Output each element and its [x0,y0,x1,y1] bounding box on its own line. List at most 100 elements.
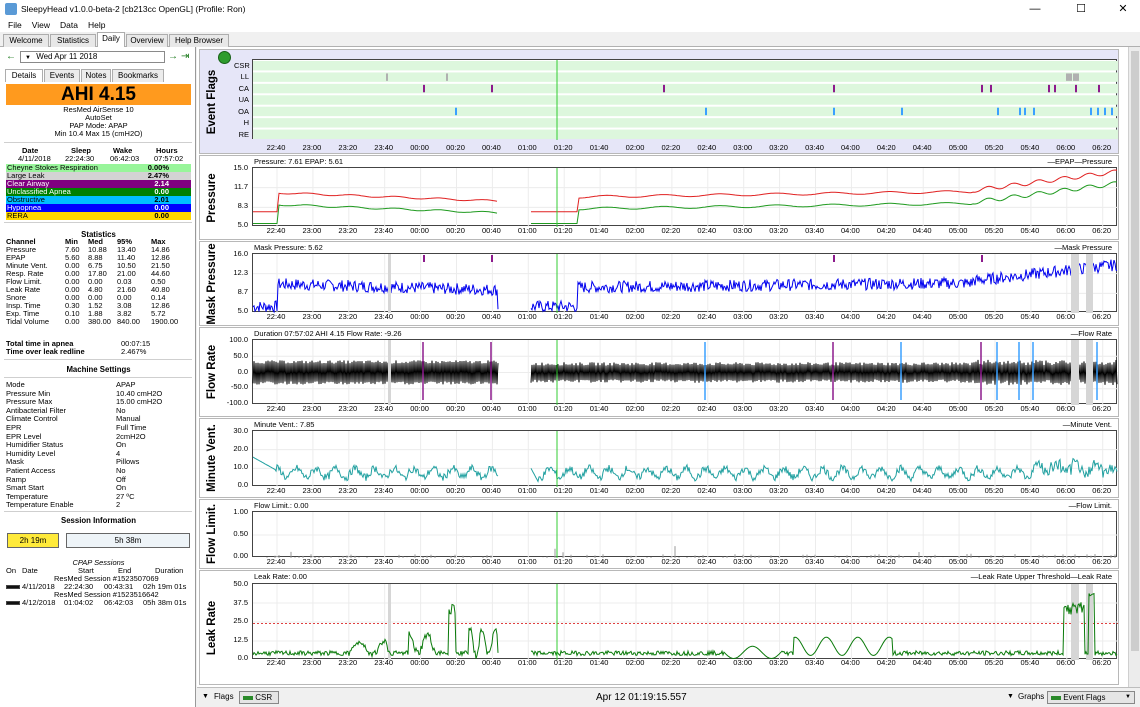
event-flag-mark[interactable] [901,107,903,116]
menu-data[interactable]: Data [55,20,83,30]
stats-cell: 840.00 [117,317,140,326]
event-flag-mark[interactable] [423,84,425,93]
summary-sleep: 22:24:30 [65,154,95,163]
event-flag-mark[interactable] [833,84,835,93]
pin-icon[interactable] [218,51,231,64]
event-flag-mark[interactable] [491,84,493,93]
pressure-xtick: 06:20 [1092,226,1112,235]
event-flag-mark[interactable] [981,84,983,93]
date-selector[interactable]: ▼ Wed Apr 11 2018 [20,51,165,63]
event-flag-mark[interactable] [1054,84,1056,93]
tab-welcome[interactable]: Welcome [3,34,49,47]
flow-limit-xtick: 02:00 [625,557,645,566]
event-flag-mark[interactable] [705,107,707,116]
event-flag-mark[interactable] [1098,84,1100,93]
flags-plot[interactable] [252,59,1118,140]
event-index-table: Cheyne Stokes Respiration 0.00% Large Leak… [6,164,191,220]
mask-pressure-plot[interactable] [252,253,1118,314]
event-flag-mark[interactable] [1097,107,1099,116]
mask-pressure-legend: —Mask Pressure [1054,243,1112,252]
event-flag-mark[interactable] [1073,73,1079,81]
prev-day-button[interactable]: ← [6,51,16,62]
event-flag-mark[interactable] [1033,107,1035,116]
tab-daily[interactable]: Daily [97,32,125,47]
subtab-bookmarks[interactable]: Bookmarks [112,69,164,82]
graphs-combobox[interactable]: Event Flags ▼ [1047,691,1135,704]
next-day-button[interactable]: → [168,51,178,62]
mask-pressure-xtick: 02:20 [661,312,681,321]
event-flag-mark[interactable] [833,107,835,116]
event-flag-mark[interactable] [1024,107,1026,116]
event-flag-mark[interactable] [1066,73,1072,81]
pressure-xtick: 23:00 [302,226,322,235]
event-flag-mark[interactable] [663,84,665,93]
mask-pressure-xtick: 23:40 [374,312,394,321]
session-row[interactable]: 4/12/2018 01:04:02 06:42:03 05h 38m 01s [6,599,191,607]
flow-limit-xtick: 04:20 [876,557,896,566]
minimize-button[interactable]: — [1017,0,1053,18]
session-toggle-checkbox[interactable] [6,585,20,589]
flow-limit-plot[interactable] [252,511,1118,558]
event-flag-mark [981,255,983,262]
pressure-graph[interactable]: Pressure Pressure: 7.61 EPAP: 5.61 —EPAP—P… [199,155,1119,240]
mask-pressure-xtick: 03:20 [769,312,788,321]
leak-rate-plot[interactable] [252,583,1118,660]
event-flag-mark[interactable] [1075,84,1077,93]
flow-rate-xtick: 05:40 [1020,404,1040,413]
minute-vent-plot[interactable] [252,430,1118,487]
pressure-xtick: 00:40 [482,226,501,235]
session-1-duration-button[interactable]: 2h 19m [7,533,59,548]
subtab-notes[interactable]: Notes [81,69,111,82]
minute-vent-graph[interactable]: Minute Vent. Minute Vent.: 7.85 —Minute Ve… [199,418,1119,498]
mask-pressure-graph[interactable]: Mask Pressure Mask Pressure: 5.62 —Mask Pr… [199,241,1119,326]
event-flag-mark[interactable] [1104,107,1106,116]
graphs-scrollbar[interactable] [1128,47,1140,687]
title-bar: SleepyHead v1.0.0-beta-2 [cb213cc OpenGL… [0,0,1140,18]
leak-rate-xtick: 06:00 [1056,658,1076,667]
graphs-menu-icon[interactable]: ▼ [1007,691,1014,703]
event-flag-mark[interactable] [990,84,992,93]
menu-file[interactable]: File [3,20,27,30]
flags-combobox[interactable]: CSR ▼ [239,691,279,704]
maximize-button[interactable]: ☐ [1063,0,1099,18]
subtab-details[interactable]: Details [5,69,43,82]
leak-value: 2.467% [121,347,147,356]
tab-overview[interactable]: Overview [126,34,168,47]
event-flag-mark[interactable] [446,73,448,81]
event-flag-mark[interactable] [1019,107,1021,116]
menu-help[interactable]: Help [83,20,110,30]
subtab-events[interactable]: Events [44,69,80,82]
menu-view[interactable]: View [27,20,55,30]
event-flag-mark[interactable] [997,107,999,116]
event-flag-mark[interactable] [1111,107,1113,116]
tab-statistics[interactable]: Statistics [50,34,96,47]
flow-rate-ytick: -100.0 [226,398,248,407]
flags-menu-icon[interactable]: ▼ [202,691,209,703]
tab-help-browser[interactable]: Help Browser [169,34,229,47]
flow-rate-graph[interactable]: Flow Rate Duration 07:57:02 AHI 4.15 Flow… [199,327,1119,417]
setting-name: Mode [6,380,25,389]
event-flag-mark[interactable] [386,73,388,81]
machine-settings-table: Mode APAP Pressure Min 10.40 cmH2O Pressure … [6,381,191,510]
session-toggle-checkbox[interactable] [6,601,20,605]
last-day-button[interactable]: ⇥ [181,51,189,62]
scrollbar-thumb[interactable] [1131,51,1139,651]
event-flag-mark[interactable] [1048,84,1050,93]
mask-pressure-xtick: 06:00 [1056,312,1076,321]
minute-vent-legend: —Minute Vent. [1062,420,1112,429]
flow-limit-xtick: 06:00 [1056,557,1076,566]
flag-row-band [253,72,1118,82]
event-flag-mark[interactable] [455,107,457,116]
summary-date: 4/11/2018 [18,154,51,163]
pressure-plot[interactable] [252,167,1118,227]
stats-cell: 1900.00 [151,317,179,326]
event-flags-graph[interactable]: Event Flags CSR LL CA UA OA H RE 22:40 23:00 23:20… [199,49,1119,154]
leak-rate-graph[interactable]: Leak Rate Leak Rate: 0.00 —Leak Rate Upper… [199,570,1119,685]
pressure-xtick: 03:00 [733,226,753,235]
event-flag-mark[interactable] [1090,107,1092,116]
session-2-duration-button[interactable]: 5h 38m [66,533,190,548]
flow-rate-plot[interactable] [252,339,1118,405]
close-button[interactable]: ✕ [1105,0,1140,18]
flow-limit-graph[interactable]: Flow Limit. Flow Limit.: 0.00 —Flow Limit.… [199,499,1119,569]
setting-name: Smart Start [6,483,44,493]
